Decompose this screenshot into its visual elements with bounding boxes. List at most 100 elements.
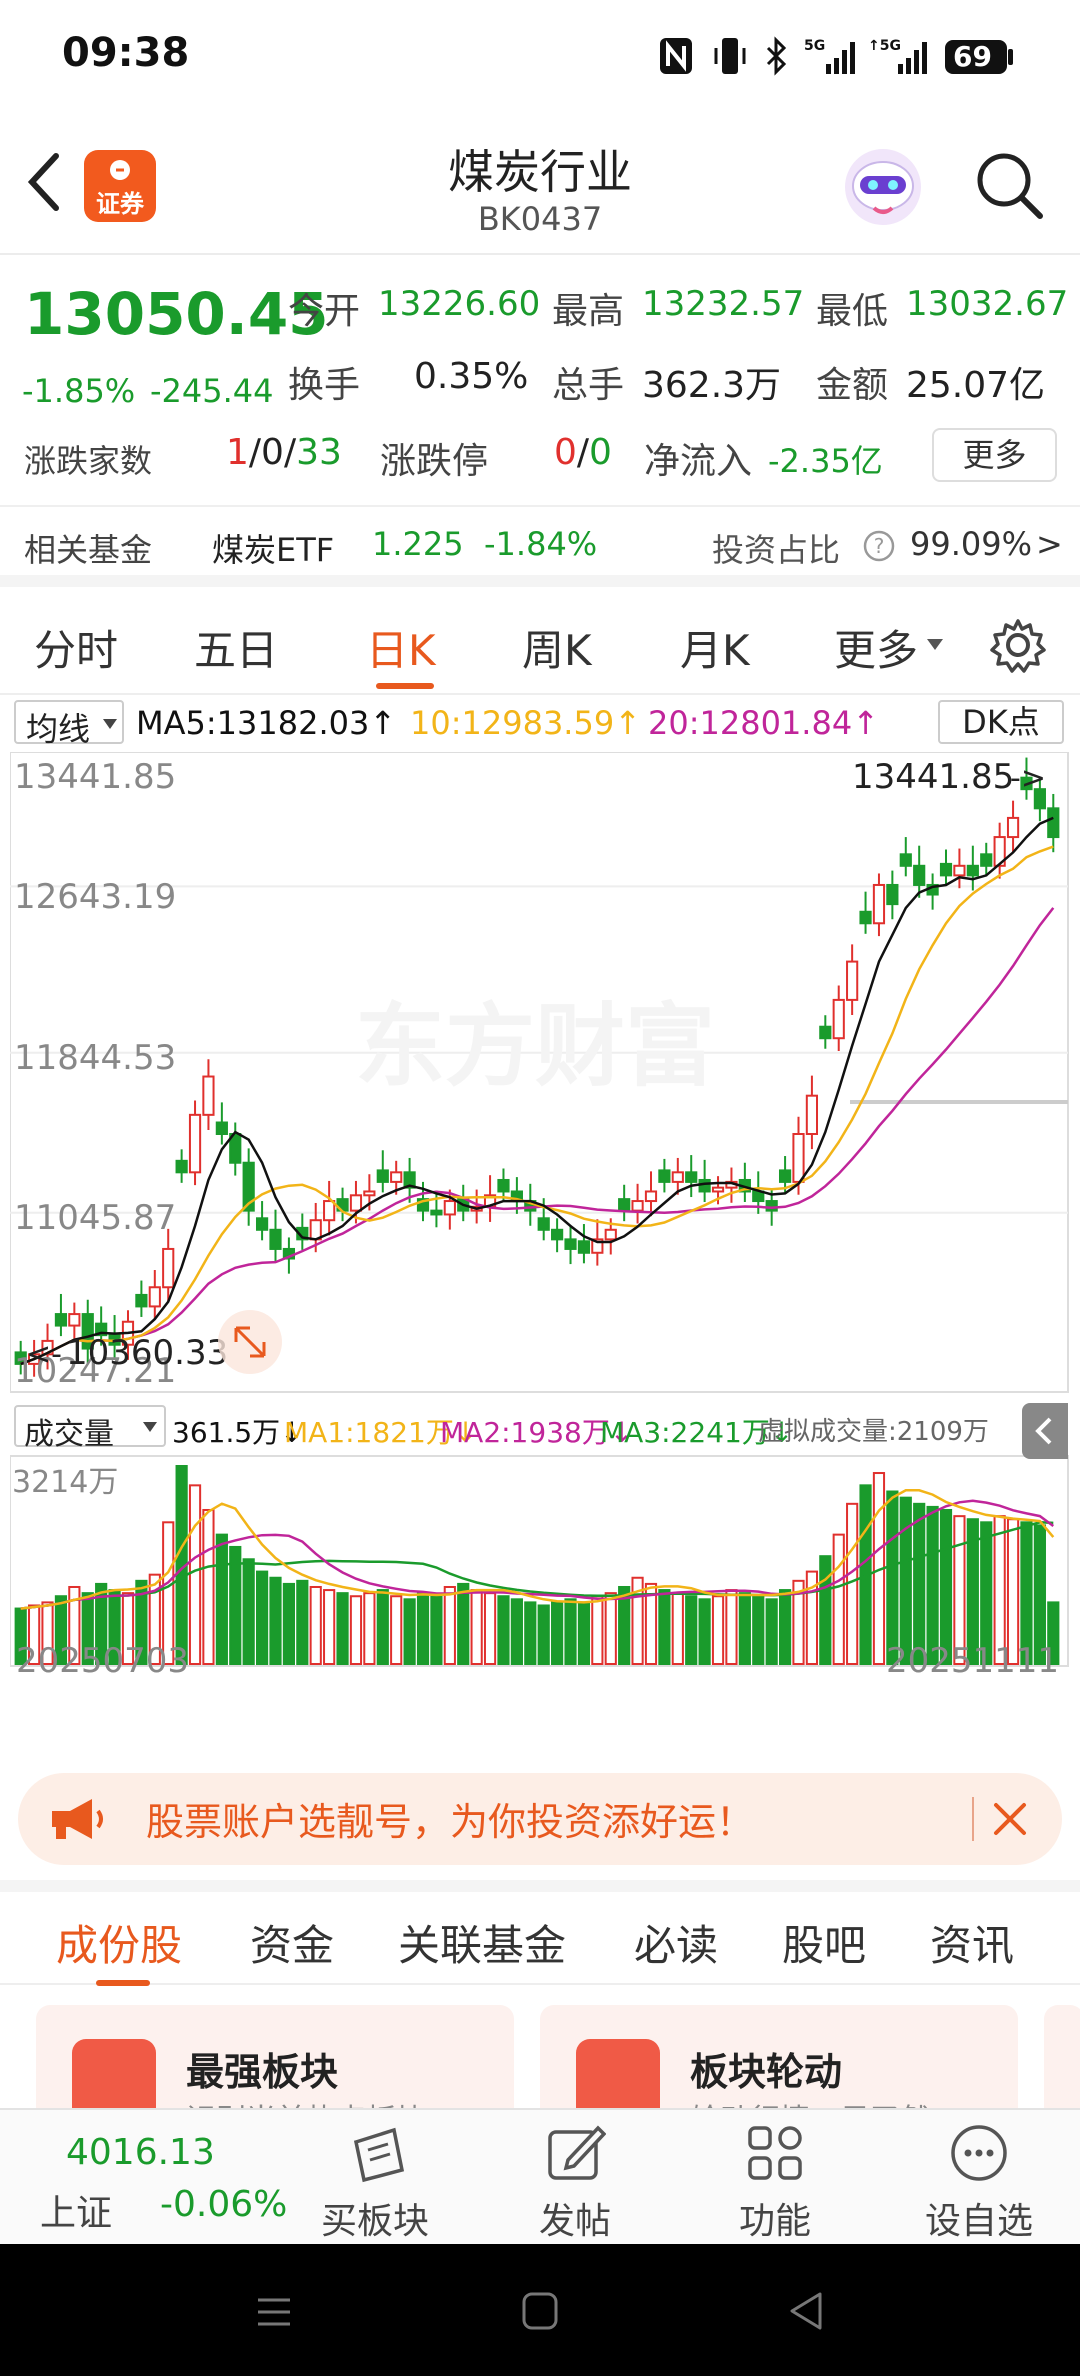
volume-label: 总手 [552,365,625,406]
kline-chart[interactable]: 东方财富 13441.85 12643.19 11844.53 11045.87… [10,752,1070,1692]
index-ticker[interactable]: 4016.13 上证 -0.06% [0,2110,300,2246]
card-strongest-sector[interactable]: 最强板块 识别当前热点板块 [36,2005,514,2125]
candle-body [953,864,966,877]
candle-body [658,1169,671,1183]
volume-bar [725,1589,738,1665]
tab-must-read[interactable]: 必读 [634,1912,718,1973]
promo-banner[interactable]: 股票账户选靓号，为你投资添好运！ [18,1773,1062,1865]
candle-body [631,1200,644,1212]
virtual-volume: 虚拟成交量:2109万 [758,1417,989,1447]
volume-bar [363,1592,376,1665]
volume-bar [430,1595,443,1665]
help-icon[interactable]: ? [862,529,896,563]
more-quote-button[interactable]: 更多 [932,428,1057,482]
signal-5g-icon: 5G [804,38,855,74]
ma20-value: 20:12801.84↑ [648,704,879,742]
y-tick-3: 11844.53 [14,1038,176,1078]
breadth-sep-1: / [248,432,262,473]
tab-monthly-k[interactable]: 月K [680,617,750,678]
buy-sector-icon [353,2127,405,2183]
ma5-value: MA5:13182.03↑ [136,704,397,742]
tab-forum[interactable]: 股吧 [782,1912,866,1973]
candle-body [765,1200,778,1212]
nav-functions[interactable]: 功能 [700,2110,850,2246]
dk-point-button[interactable]: DK点 [938,700,1064,744]
tab-related-funds[interactable]: 关联基金 [398,1912,566,1973]
breadth-down: 33 [296,432,342,473]
tab-funds-flow[interactable]: 资金 [250,1912,334,1973]
close-icon[interactable] [990,1799,1030,1839]
candle-body [872,883,886,925]
index-change: -0.06% [160,2184,288,2225]
selector-caret-icon [103,719,117,729]
candle-body [685,1171,698,1183]
candle-body [551,1228,564,1241]
svg-text:↑5G: ↑5G [868,38,901,54]
card-title-2: 板块轮动 [690,2050,843,2094]
candle-body [202,1075,215,1116]
card-partial[interactable] [1044,2005,1080,2125]
indicator-selector[interactable]: 均线 [14,700,124,748]
volume-bar [886,1490,899,1665]
start-date: 20250703 [16,1641,189,1681]
more-dots-icon [951,2125,1007,2181]
current-price: 13050.45 [24,280,329,348]
inflow-label: 净流入 [644,441,753,482]
nav-buy-sector[interactable]: 买板块 [300,2110,450,2246]
battery-icon: 69 [945,40,1007,74]
tab-five-day[interactable]: 五日 [194,617,278,678]
tab-intraday[interactable]: 分时 [34,617,118,678]
volume-bar [711,1595,725,1665]
volume-selector-label: 成交量 [24,1417,114,1452]
card-sector-rotation[interactable]: 板块轮动 轮动行情一目了然 [540,2005,1018,2125]
tab-daily-k[interactable]: 日K [366,617,436,678]
candle-body [778,1169,792,1183]
robot-assistant-icon[interactable] [842,146,924,228]
candle-body [1006,816,1020,839]
volume-bar [591,1595,604,1665]
volume-bar [470,1589,483,1665]
section-tab-indicator [96,1980,150,1986]
collapse-panel-button[interactable] [1022,1403,1068,1459]
candle-body [497,1178,510,1193]
fund-label: 相关基金 [24,531,153,569]
candle-body [255,1217,269,1231]
nav-post[interactable]: 发帖 [500,2110,650,2246]
card-title-1: 最强板块 [186,2050,339,2094]
candle-body [618,1198,631,1212]
ma10-value: 10:12983.59↑ [410,704,641,742]
candle-body [215,1121,228,1136]
banner-divider [972,1797,974,1841]
volume-bar [524,1601,537,1666]
volume-selector[interactable]: 成交量 [14,1405,166,1452]
nav-add-watchlist[interactable]: 设自选 [904,2110,1054,2246]
tab-constituents[interactable]: 成份股 [56,1912,182,1973]
home-icon[interactable] [520,2290,560,2332]
tab-more[interactable]: 更多 [834,617,918,678]
volume-bar [202,1508,215,1666]
volume-bar [819,1555,832,1666]
candle-body [564,1238,577,1250]
candle-body [390,1171,403,1183]
index-name: 上证 [40,2193,113,2234]
system-nav-bar [0,2244,1080,2376]
candle-body [54,1313,68,1327]
related-fund-row[interactable]: 相关基金 煤炭ETF 1.225 -1.84% 投资占比 ? 99.09% > [0,505,1080,587]
tab-news[interactable]: 资讯 [930,1912,1014,1973]
volume-bar [510,1598,523,1666]
candle-body [832,998,845,1040]
tab-weekly-k[interactable]: 周K [522,617,592,678]
candle-body [363,1190,376,1197]
min-price-marker: 10360.33 [66,1333,228,1373]
volume-bar [336,1592,349,1665]
back-nav-icon[interactable] [786,2290,826,2332]
limit-down: 0 [589,432,612,473]
bottom-nav: 4016.13 上证 -0.06% 买板块 发帖 功能 设自选 [0,2108,1080,2244]
menu-icon[interactable] [254,2292,294,2332]
search-icon[interactable] [974,150,1046,222]
settings-gear-icon[interactable] [990,617,1046,673]
volume-bar [765,1598,778,1666]
limit-sep: / [576,432,590,473]
volume-bar [537,1604,550,1665]
change-pct: -1.85% [22,372,136,410]
